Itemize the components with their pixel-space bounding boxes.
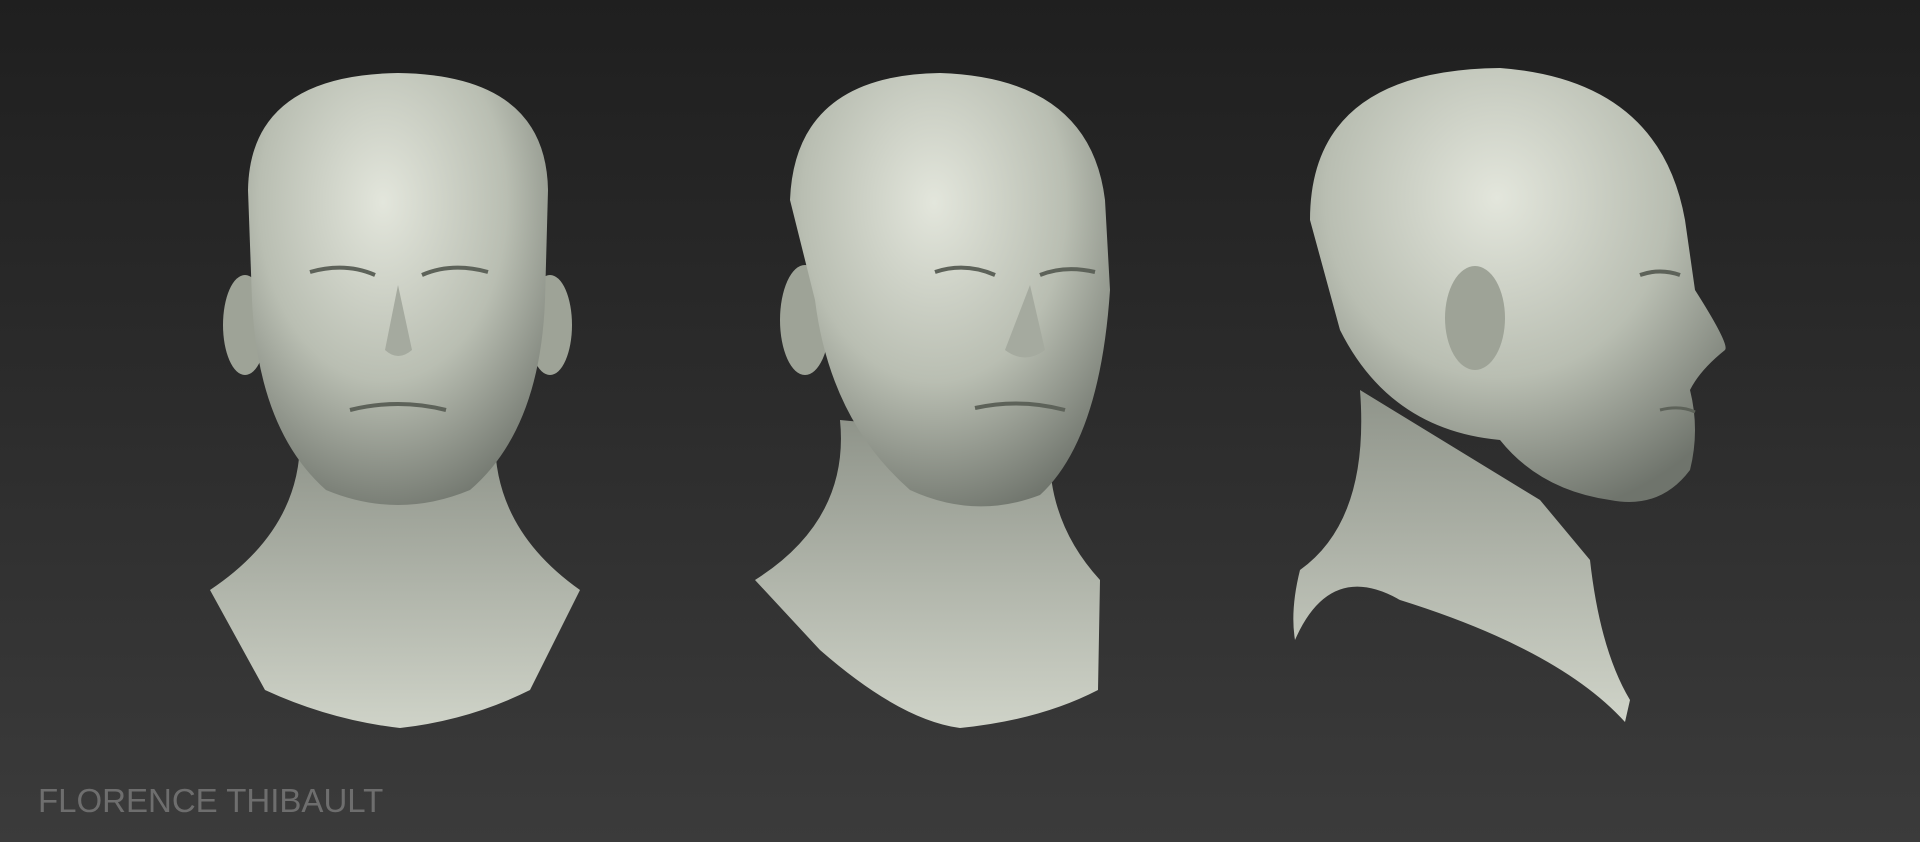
sculpt-render [210,68,1726,728]
artist-credit: FLORENCE THIBAULT [38,782,384,819]
head-front-view [210,73,580,728]
head-three-quarter-view [755,73,1110,728]
head-profile-view [1293,68,1726,722]
